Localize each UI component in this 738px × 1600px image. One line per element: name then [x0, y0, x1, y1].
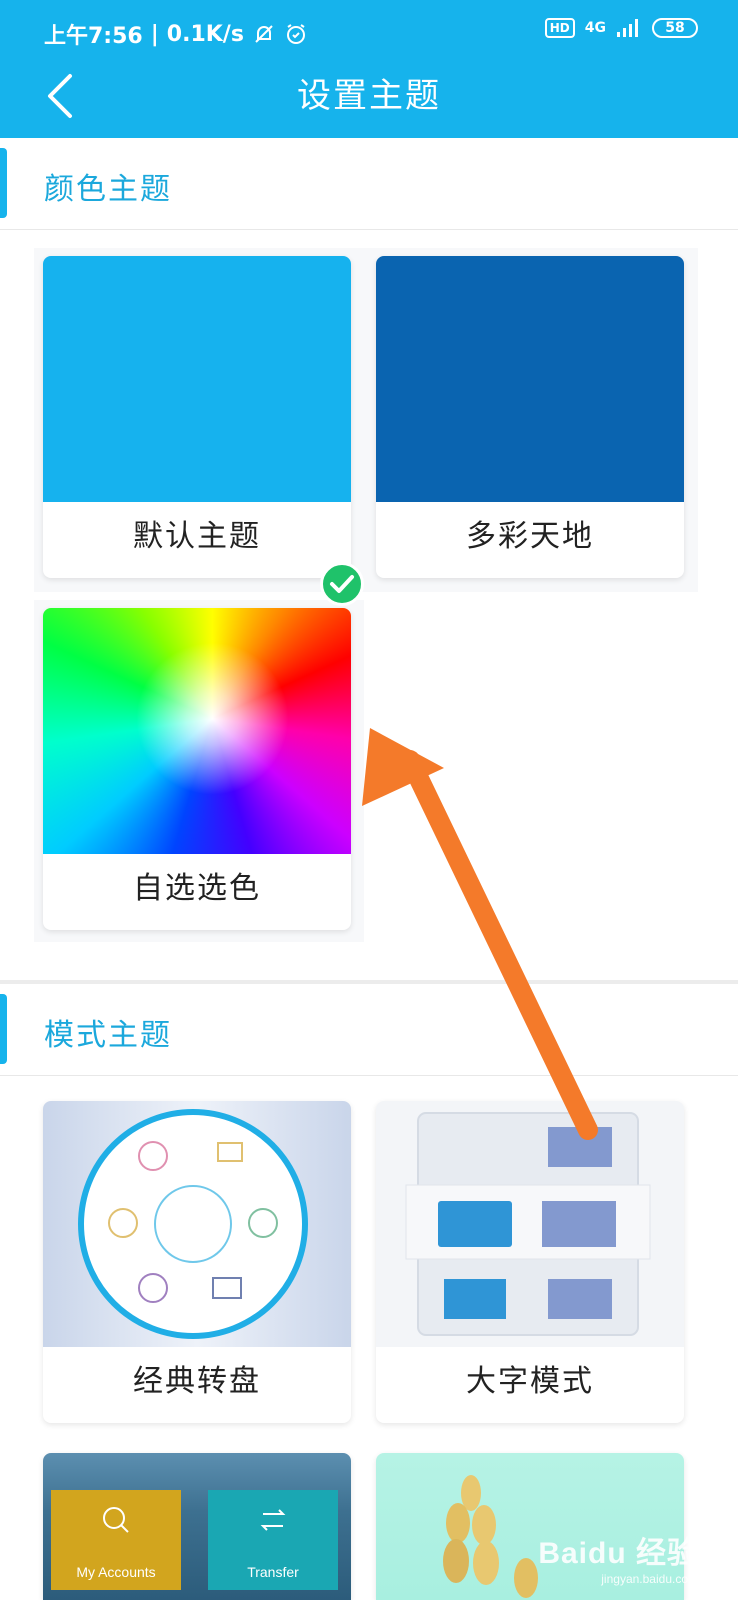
transfer-icon: [260, 1509, 286, 1531]
status-time: 上午7:56: [44, 24, 143, 49]
baidu-watermark: Baidu 经验 jingyan.baidu.com: [538, 1528, 698, 1586]
network-speed: 0.1K/s: [166, 21, 244, 47]
tile-my-accounts: My Accounts: [51, 1490, 181, 1590]
watermark-url: jingyan.baidu.com: [601, 1572, 698, 1586]
large-text-preview: [376, 1101, 684, 1347]
theme-swatch: [43, 256, 351, 502]
section-accent-bar: [0, 994, 7, 1064]
classic-dial-preview: [43, 1101, 351, 1347]
mode-label: 经典转盘: [133, 1364, 261, 1399]
mode-card-large-text[interactable]: 大字模式: [376, 1101, 684, 1423]
section-accent-bar: [0, 148, 7, 218]
alarm-icon: [286, 24, 305, 44]
mode-card-image-theme[interactable]: My Accounts Transfer: [43, 1453, 351, 1600]
mode-card-classic-dial[interactable]: 经典转盘: [43, 1101, 351, 1423]
network-type: 4G: [584, 20, 606, 36]
theme-card-default[interactable]: 默认主题: [43, 256, 351, 578]
tile-label: My Accounts: [76, 1564, 156, 1580]
section-title-mode: 模式主题: [44, 1018, 172, 1053]
section-title-color: 颜色主题: [44, 172, 172, 207]
page-title: 设置主题: [297, 76, 441, 116]
status-bar-right: HD 4G 58: [544, 18, 698, 38]
hd-badge: HD: [544, 18, 575, 38]
status-separator: |: [150, 21, 159, 47]
theme-label: 自选选色: [133, 871, 261, 906]
theme-label: 默认主题: [133, 519, 261, 554]
rainbow-swatch: [43, 608, 351, 854]
theme-card-custom[interactable]: 自选选色: [43, 608, 351, 930]
section-header-color: 颜色主题: [0, 138, 738, 230]
app-header: 上午7:56 | 0.1K/s HD 4G 58 设置主题: [0, 0, 738, 138]
tile-transfer: Transfer: [208, 1490, 338, 1590]
battery-indicator: 58: [652, 18, 698, 38]
theme-swatch: [376, 256, 684, 502]
selected-check-icon: [320, 562, 364, 606]
muted-bell-icon: [255, 25, 273, 43]
mode-label: 大字模式: [466, 1364, 594, 1399]
account-search-icon: [103, 1507, 129, 1533]
section-header-mode: 模式主题: [0, 984, 738, 1076]
theme-label: 多彩天地: [466, 519, 594, 554]
tile-label: Transfer: [247, 1564, 299, 1580]
signal-icon: [617, 19, 638, 37]
status-bar-left: 上午7:56 | 0.1K/s: [44, 18, 308, 50]
theme-card-colorful[interactable]: 多彩天地: [376, 256, 684, 578]
watermark-brand: Baidu 经验: [538, 1537, 698, 1570]
